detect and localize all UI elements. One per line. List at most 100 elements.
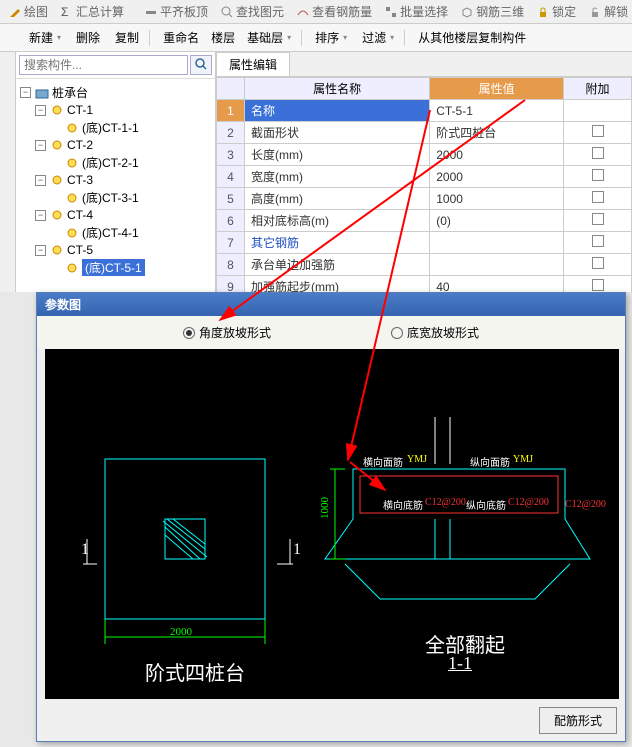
prop-extra-cell[interactable]	[564, 100, 632, 122]
checkbox[interactable]	[592, 257, 604, 269]
node-icon	[50, 104, 64, 116]
tree-item[interactable]: − CT-5	[18, 242, 213, 258]
filter-label: 过滤	[362, 29, 386, 46]
tree-item[interactable]: − CT-4	[18, 207, 213, 223]
tree-child[interactable]: (底)CT-2-1	[18, 153, 213, 172]
tab-property-edit[interactable]: 属性编辑	[216, 52, 290, 76]
tree-item-label: CT-5	[67, 243, 93, 257]
tree-item[interactable]: − CT-2	[18, 137, 213, 153]
dim-1000: 1000	[319, 497, 331, 519]
copyfrom-button[interactable]: 从其他楼层复制构件	[411, 27, 530, 48]
property-row[interactable]: 1 名称 CT-5-1	[217, 100, 632, 122]
folder-icon	[35, 87, 49, 99]
batchsel-button[interactable]: 批量选择	[380, 2, 452, 21]
checkbox[interactable]	[592, 147, 604, 159]
draw-label: 绘图	[24, 3, 48, 20]
delete-button[interactable]: 删除	[69, 27, 104, 48]
property-row[interactable]: 4 宽度(mm) 2000	[217, 166, 632, 188]
collapse-icon[interactable]: −	[20, 87, 31, 98]
prop-extra-cell[interactable]	[564, 254, 632, 276]
unlock-button[interactable]: 解锁	[584, 2, 632, 21]
reinforcement-form-button[interactable]: 配筋形式	[539, 707, 617, 734]
tree-root[interactable]: − 桩承台	[18, 83, 213, 102]
floor-label: 楼层	[211, 29, 235, 46]
copy-button[interactable]: 复制	[108, 27, 143, 48]
property-row[interactable]: 6 相对底标高(m) (0)	[217, 210, 632, 232]
prop-value-cell[interactable]: 1000	[430, 188, 564, 210]
node-icon	[50, 209, 64, 221]
prop-extra-cell[interactable]	[564, 232, 632, 254]
prop-extra-cell[interactable]	[564, 210, 632, 232]
prop-value-cell[interactable]: (0)	[430, 210, 564, 232]
board-icon	[144, 5, 158, 19]
prop-value-cell[interactable]: 40	[430, 276, 564, 293]
separator	[301, 30, 302, 46]
tree-child[interactable]: (底)CT-1-1	[18, 118, 213, 137]
svg-text:Σ: Σ	[61, 5, 68, 19]
prop-extra-cell[interactable]	[564, 122, 632, 144]
collapse-icon[interactable]: −	[35, 175, 46, 186]
viewrebar-button[interactable]: 查看钢筋量	[292, 2, 376, 21]
basement-dropdown[interactable]: 基础层▾	[243, 27, 295, 48]
prop-extra-cell[interactable]	[564, 276, 632, 293]
prop-value-cell[interactable]: CT-5-1	[430, 100, 564, 122]
property-row[interactable]: 5 高度(mm) 1000	[217, 188, 632, 210]
checkbox[interactable]	[592, 191, 604, 203]
separator	[149, 30, 150, 46]
prop-value-cell[interactable]: 2000	[430, 166, 564, 188]
property-row[interactable]: 9 加强筋起步(mm) 40	[217, 276, 632, 293]
prop-extra-cell[interactable]	[564, 166, 632, 188]
findelem-button[interactable]: 查找图元	[216, 2, 288, 21]
tree-item[interactable]: − CT-3	[18, 172, 213, 188]
delete-label: 删除	[76, 29, 100, 46]
property-grid: 属性名称 属性值 附加 1 名称 CT-5-1 2 截面形状 阶式四桩台 3 长…	[216, 77, 632, 292]
property-row[interactable]: 8 承台单边加强筋	[217, 254, 632, 276]
header-name: 属性名称	[245, 78, 430, 100]
row-number: 9	[217, 276, 245, 293]
collapse-icon[interactable]: −	[35, 210, 46, 221]
collapse-icon[interactable]: −	[35, 140, 46, 151]
radio-angle-slope[interactable]: 角度放坡形式	[183, 324, 271, 341]
chevron-down-icon: ▾	[343, 33, 347, 42]
rebar3d-button[interactable]: 钢筋三维	[456, 2, 528, 21]
property-row[interactable]: 2 截面形状 阶式四桩台	[217, 122, 632, 144]
checkbox[interactable]	[592, 169, 604, 181]
prop-value-cell[interactable]: 阶式四桩台	[430, 122, 564, 144]
diagram-svg	[45, 349, 619, 699]
new-button[interactable]: +新建▾	[22, 27, 65, 48]
prop-value-cell[interactable]: 2000	[430, 144, 564, 166]
prop-name-cell: 宽度(mm)	[245, 166, 430, 188]
search-button[interactable]	[190, 55, 212, 75]
floor-button[interactable]: 楼层	[207, 27, 239, 48]
draw-button[interactable]: 绘图	[4, 2, 52, 21]
checkbox[interactable]	[592, 279, 604, 291]
flatboard-button[interactable]: 平齐板顶	[140, 2, 212, 21]
filter-button[interactable]: 过滤▾	[355, 27, 398, 48]
tree-child[interactable]: (底)CT-3-1	[18, 188, 213, 207]
collapse-icon[interactable]: −	[35, 245, 46, 256]
sort-button[interactable]: AZ排序▾	[308, 27, 351, 48]
tree-item-label: CT-4	[67, 208, 93, 222]
prop-extra-cell[interactable]	[564, 188, 632, 210]
radio-bottom-slope[interactable]: 底宽放坡形式	[391, 324, 479, 341]
component-tree[interactable]: − 桩承台 − CT-1 (底)CT-1-1 − CT-2 (底)	[16, 79, 215, 292]
tree-child[interactable]: (底)CT-4-1	[18, 223, 213, 242]
prop-value-cell[interactable]	[430, 254, 564, 276]
collapse-icon[interactable]: −	[35, 105, 46, 116]
tree-item[interactable]: − CT-1	[18, 102, 213, 118]
search-input[interactable]	[19, 55, 188, 75]
sumcalc-button[interactable]: Σ汇总计算	[56, 2, 128, 21]
checkbox[interactable]	[592, 235, 604, 247]
prop-value-cell[interactable]	[430, 232, 564, 254]
lock-button[interactable]: 锁定	[532, 2, 580, 21]
checkbox[interactable]	[592, 125, 604, 137]
prop-extra-cell[interactable]	[564, 144, 632, 166]
left-gutter	[0, 52, 16, 292]
marker-1-left: 1	[81, 541, 89, 559]
rename-button[interactable]: 重命名	[156, 27, 203, 48]
checkbox[interactable]	[592, 213, 604, 225]
property-row[interactable]: 3 长度(mm) 2000	[217, 144, 632, 166]
tree-child[interactable]: (底)CT-5-1	[18, 258, 213, 277]
copy-label: 复制	[115, 29, 139, 46]
property-row[interactable]: 7 其它钢筋	[217, 232, 632, 254]
